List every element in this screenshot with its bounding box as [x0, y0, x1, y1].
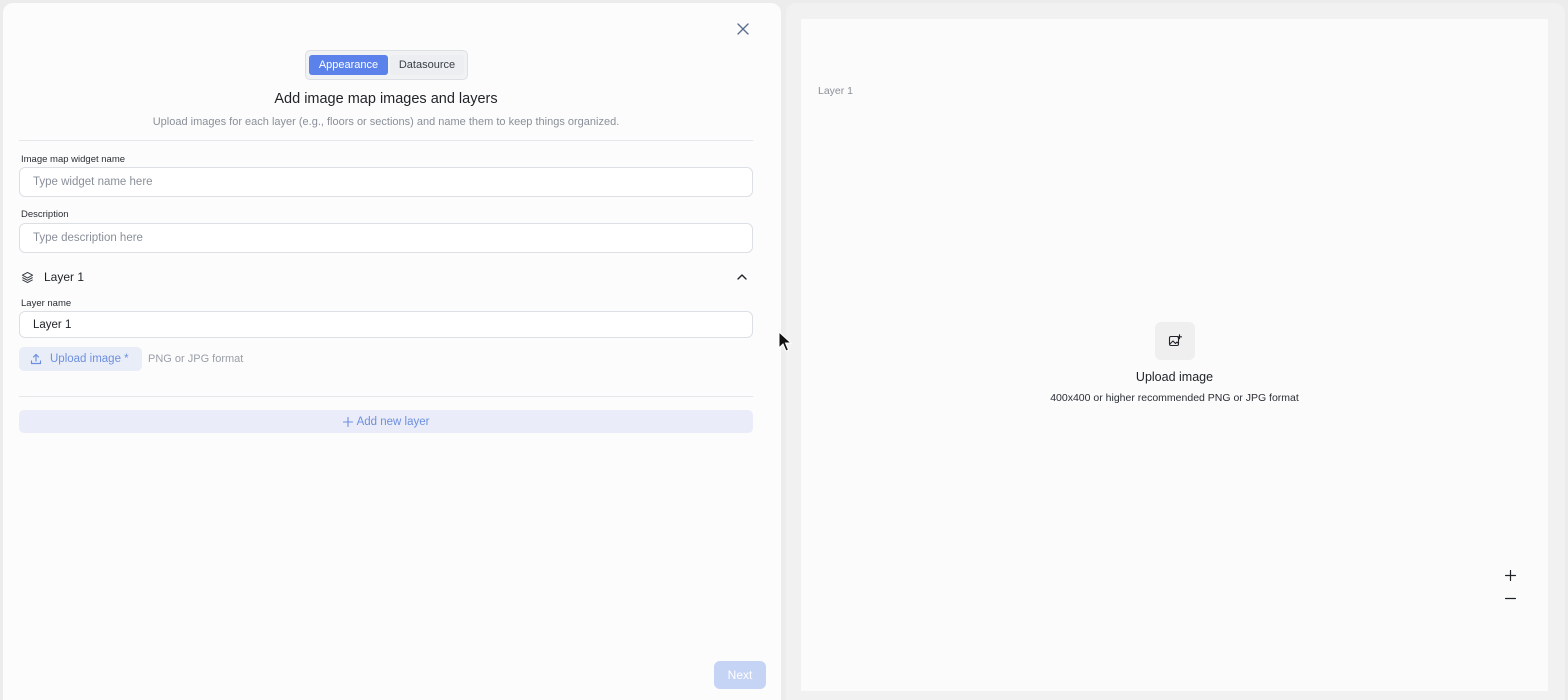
page-subtitle: Upload images for each layer (e.g., floo… — [152, 116, 620, 128]
zoom-out-button[interactable] — [1501, 589, 1519, 607]
upload-image-label: Upload image * — [50, 353, 129, 365]
layer-divider — [19, 396, 753, 397]
layer-name-input[interactable] — [19, 311, 753, 338]
widget-name-input[interactable] — [19, 167, 753, 197]
widget-name-label: Image map widget name — [21, 154, 126, 165]
zoom-in-icon — [1504, 569, 1516, 581]
description-label: Description — [21, 209, 69, 220]
preview-canvas[interactable]: Layer 1 Upload image 400x400 or higher r… — [801, 19, 1548, 691]
add-layer-button[interactable]: Add new layer — [19, 410, 753, 433]
image-upload-button[interactable] — [1154, 322, 1195, 360]
upload-hint: PNG or JPG format — [148, 353, 244, 365]
page-title: Add image map images and layers — [274, 91, 498, 107]
description-input[interactable] — [19, 223, 753, 253]
layer-section-header[interactable]: Layer 1 — [19, 265, 753, 289]
image-upload-icon — [1168, 334, 1182, 347]
add-layer-label: Add new layer — [356, 415, 430, 428]
canvas-upload-zone: Upload image 400x400 or higher recommend… — [801, 322, 1548, 404]
header-divider — [19, 140, 753, 141]
plus-icon — [342, 416, 353, 427]
close-button[interactable] — [733, 19, 753, 39]
tab-group: Appearance Datasource — [305, 50, 468, 80]
preview-panel: Layer 1 Upload image 400x400 or higher r… — [786, 3, 1565, 700]
layers-icon — [21, 270, 35, 284]
layer-name-label: Layer name — [21, 298, 72, 309]
canvas-layer-label: Layer 1 — [818, 85, 854, 97]
zoom-in-button[interactable] — [1501, 566, 1519, 584]
zoom-out-icon — [1504, 597, 1516, 599]
tab-appearance[interactable]: Appearance — [309, 55, 388, 75]
upload-image-button[interactable]: Upload image * — [19, 347, 142, 371]
layer-title: Layer 1 — [44, 270, 85, 284]
canvas-upload-title: Upload image — [1135, 370, 1214, 384]
tab-datasource[interactable]: Datasource — [390, 55, 464, 75]
next-button[interactable]: Next — [714, 661, 766, 689]
widget-config-panel: Appearance Datasource Add image map imag… — [3, 3, 781, 700]
chevron-up-icon[interactable] — [735, 270, 749, 284]
upload-icon — [30, 353, 42, 365]
close-icon — [737, 23, 749, 35]
canvas-upload-subtitle: 400x400 or higher recommended PNG or JPG… — [1050, 392, 1299, 404]
mouse-cursor-icon — [778, 331, 793, 352]
